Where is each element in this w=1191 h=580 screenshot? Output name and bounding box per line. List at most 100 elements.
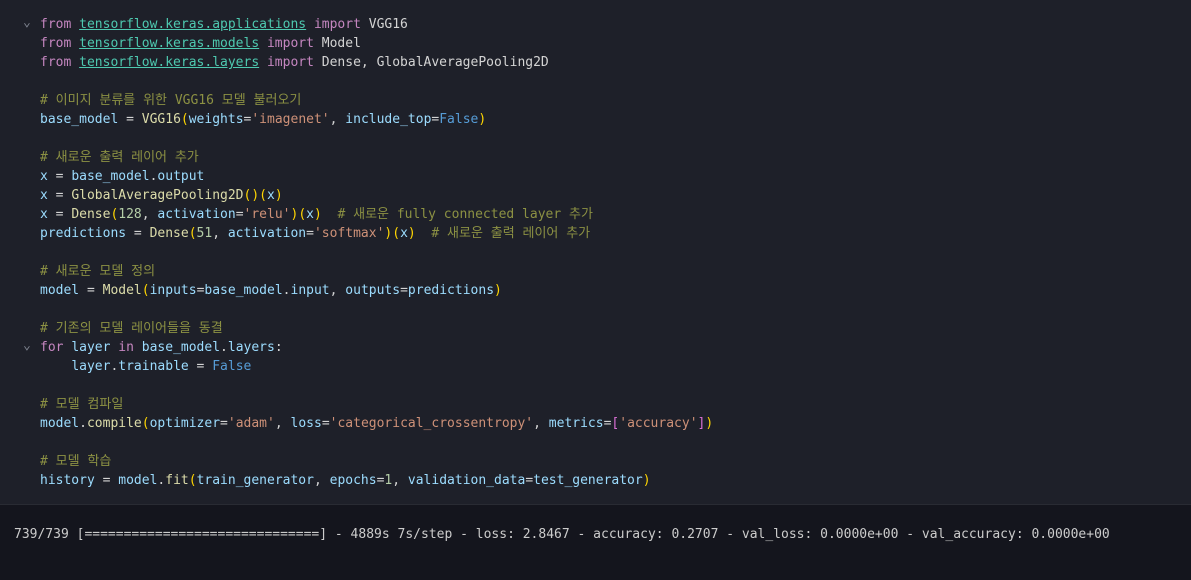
code-token-string: 'imagenet' [251,112,330,127]
code-token-variable: base_model [40,112,119,127]
code-line[interactable]: # 기존의 모델 레이어들을 동결 [0,319,1191,338]
code-token-paren1: ) [274,188,283,203]
code-line[interactable]: base_model = VGG16(weights='imagenet', i… [0,110,1191,129]
code-token-function: VGG16 [141,112,181,127]
code-token-variable: x [400,226,408,241]
code-line[interactable] [0,300,1191,319]
code-token-text: = [94,473,119,488]
code-line[interactable]: x = base_model.output [0,167,1191,186]
code-token-text: Model [313,36,361,51]
code-token-variable: inputs [149,283,197,298]
code-token-paren1: ) [407,226,416,241]
code-token-comment: # 새로운 출력 레이어 추가 [431,226,591,241]
code-area[interactable]: ⌄ from tensorflow.keras.applications impo… [0,15,1191,490]
code-line[interactable]: model.compile(optimizer='adam', loss='ca… [0,414,1191,433]
code-token-paren1: ) [705,416,714,431]
code-token-variable: history [40,473,95,488]
code-line[interactable]: predictions = Dense(51, activation='soft… [0,224,1191,243]
code-token-paren1: ) [313,207,322,222]
code-token-variable: base_model [141,340,221,355]
code-token-paren1: ( [259,188,267,203]
code-line[interactable]: # 모델 컴파일 [0,395,1191,414]
execution-output: 739/739 [==============================]… [14,527,1110,542]
code-token-variable: x [306,207,314,222]
code-token-number: 128 [118,207,142,222]
code-token-function: fit [165,473,189,488]
code-token-string: 'adam' [227,416,275,431]
fold-chevron-icon[interactable]: ⌄ [23,336,31,355]
code-token-variable: base_model [204,283,283,298]
code-token-string: 'accuracy' [619,416,698,431]
code-token-comment: # 모델 학습 [40,454,112,469]
code-token-comment: # 기존의 모델 레이어들을 동결 [40,321,223,336]
code-line[interactable]: model = Model(inputs = base_model.input, o… [0,281,1191,300]
code-line[interactable] [0,376,1191,395]
code-token-variable: layer [71,340,111,355]
code-token-text: = [47,188,72,203]
code-token-text: , [141,207,158,222]
code-token-variable: activation [157,207,236,222]
code-token-text: Dense, GlobalAveragePooling2D [313,55,549,70]
code-token-string: 'softmax' [313,226,385,241]
code-token-keyword: import [266,55,314,70]
code-token-paren1: ( [141,283,150,298]
code-line[interactable]: x = GlobalAveragePooling2D()(x) [0,186,1191,205]
code-token-function: Dense [71,207,111,222]
code-token-variable: activation [227,226,307,241]
code-token-comment: # 모델 컴파일 [40,397,124,412]
code-token-variable: metrics [548,416,604,431]
code-token-text: VGG16 [360,17,408,32]
code-line[interactable]: # 새로운 모델 정의 [0,262,1191,281]
code-line[interactable]: ⌄ for layer in base_model.layers: [0,338,1191,357]
code-token-text: , [212,226,228,241]
code-token-constant: False [439,112,479,127]
code-token-keyword: for [40,340,64,355]
code-token-variable: optimizer [149,416,221,431]
code-token-paren1: ) [478,112,487,127]
code-token-variable: test_generator [533,473,643,488]
code-line[interactable]: from tensorflow.keras.models import Mode… [0,34,1191,53]
code-token-text: = [306,226,314,241]
code-token-variable: predictions [40,226,127,241]
code-token-variable: outputs [345,283,401,298]
code-token-text: = [47,169,72,184]
code-line[interactable]: history = model.fit(train_generator, epo… [0,471,1191,490]
fold-chevron-icon[interactable]: ⌄ [23,13,31,32]
notebook-cell[interactable]: ⌄ from tensorflow.keras.applications impo… [0,0,1191,505]
code-token-text: = [47,207,72,222]
code-line[interactable]: from tensorflow.keras.layers import Dens… [0,53,1191,72]
code-token-variable: loss [290,416,322,431]
code-token-variable: base_model [71,169,150,184]
code-token-variable: weights [188,112,244,127]
code-token-text: , [274,416,291,431]
code-token-paren1: ) [642,473,651,488]
code-token-text: . [282,283,291,298]
code-token-text: = [525,473,534,488]
code-line[interactable]: # 모델 학습 [0,452,1191,471]
code-token-paren1: ( [392,226,401,241]
code-line[interactable]: ⌄ from tensorflow.keras.applications impo… [0,15,1191,34]
code-line[interactable]: x = Dense(128, activation='relu')(x) # 새… [0,205,1191,224]
code-token-variable: epochs [329,473,377,488]
code-token-paren1: ( [188,473,197,488]
code-line[interactable]: # 이미지 분류를 위한 VGG16 모델 불러오기 [0,91,1191,110]
code-line[interactable]: layer.trainable = False [0,357,1191,376]
code-token-text: = [220,416,228,431]
code-token-text: , [392,473,408,488]
code-token-variable: predictions [407,283,495,298]
code-line[interactable] [0,433,1191,452]
code-token-keyword: import [266,36,314,51]
code-line[interactable] [0,243,1191,262]
code-token-text: = [118,112,142,127]
code-token-variable: x [40,207,48,222]
code-line[interactable] [0,72,1191,91]
code-line[interactable] [0,129,1191,148]
code-line[interactable]: # 새로운 출력 레이어 추가 [0,148,1191,167]
code-token-module: tensorflow.keras.models [79,36,260,51]
code-token-text: = [400,283,408,298]
code-token-variable: model [40,283,80,298]
